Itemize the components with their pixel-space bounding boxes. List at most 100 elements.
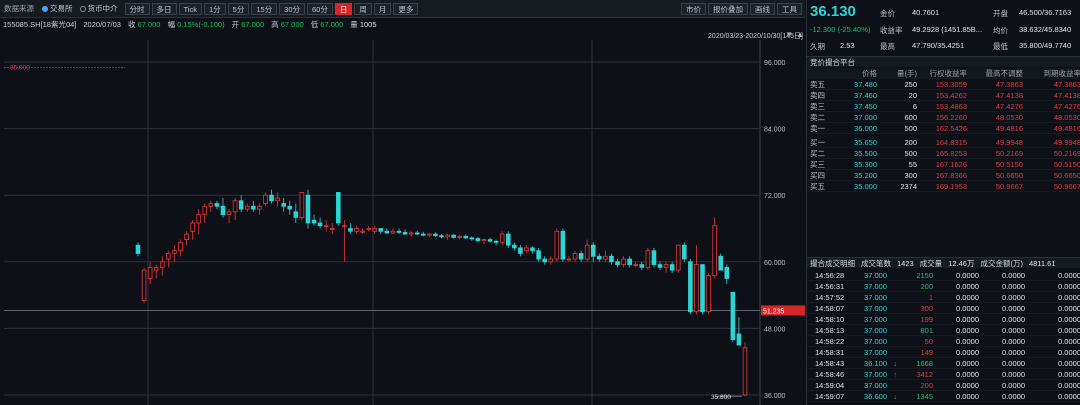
candle-body xyxy=(360,230,365,233)
candle-body xyxy=(305,194,311,224)
orderbook-cell: 50.6650 xyxy=(995,171,1023,180)
orderbook-cell: 37.480 xyxy=(854,80,877,89)
orderbook-row[interactable]: 买五 35.000 2374 169.1953 50.9667 50.9667 xyxy=(807,181,1080,192)
candle-body xyxy=(281,203,286,207)
period-tab[interactable]: 5分 xyxy=(227,2,250,15)
period-tab[interactable]: 更多 xyxy=(393,2,419,15)
trade-row[interactable]: 14:57:52 37.000 1 0.0000 0.0000 0.0000 xyxy=(807,292,1080,303)
trade-cell: 200 xyxy=(920,282,933,291)
y-tick-label: 48.000 xyxy=(764,326,786,333)
candle-body xyxy=(536,250,541,260)
orderbook-row[interactable]: 卖一 36.000 500 162.5426 49.4816 49.4816 xyxy=(807,123,1080,134)
trade-row[interactable]: 14:58:22 37.000 50 0.0000 0.0000 0.0000 xyxy=(807,336,1080,347)
orderbook-cell: 500 xyxy=(904,149,917,158)
orderbook-row[interactable]: 卖二 37.000 600 156.2260 48.0530 48.0530 xyxy=(807,112,1080,123)
trade-row[interactable]: 14:58:31 37.000 149 0.0000 0.0000 0.0000 xyxy=(807,347,1080,358)
candle-body xyxy=(736,333,742,346)
duration-label: 久期 xyxy=(810,42,825,51)
orderbook-row[interactable]: 买二 35.500 500 165.8253 50.2169 50.2169 xyxy=(807,148,1080,159)
candle-body xyxy=(669,264,675,271)
trade-cell: ↑ xyxy=(893,370,897,379)
candle-body xyxy=(742,347,748,396)
trade-row[interactable]: 14:59:04 37.000 200 0.0000 0.0000 0.0000 xyxy=(807,380,1080,391)
orderbook-cell: 169.1953 xyxy=(935,182,967,191)
orderbook-row[interactable]: 卖四 37.460 20 153.4262 47.4138 47.4138 xyxy=(807,90,1080,101)
chart-tool-button[interactable]: 报价叠加 xyxy=(708,2,748,15)
period-tab[interactable]: 30分 xyxy=(279,2,306,15)
change-value: 0.15%(-0.100) xyxy=(177,19,225,29)
column-header: 行权收益率 xyxy=(929,69,968,78)
trade-row[interactable]: 14:58:07 37.000 300 0.0000 0.0000 0.0000 xyxy=(807,303,1080,314)
max-marker-label: 35.000 xyxy=(10,65,30,72)
trade-row[interactable]: 14:58:46 37.000 ↑ 3412 0.0000 0.0000 0.0000 xyxy=(807,369,1080,380)
trade-row[interactable]: 14:59:07 36.600 ↓ 1345 0.0000 0.0000 0.0000 xyxy=(807,391,1080,402)
chart-tool-button[interactable]: 画线 xyxy=(750,2,775,15)
candle-body xyxy=(572,253,578,260)
trade-cell: 0.0000 xyxy=(956,370,979,379)
clean-price-label: 金价 xyxy=(880,9,895,18)
candle-body xyxy=(251,205,256,210)
open-label: 开盘 xyxy=(993,9,1008,18)
trade-row[interactable]: 14:56:31 37.000 200 0.0000 0.0000 0.0000 xyxy=(807,281,1080,292)
period-tab[interactable]: 60分 xyxy=(307,2,333,15)
candle-body xyxy=(378,228,384,232)
period-tab[interactable]: 分时 xyxy=(124,2,150,15)
trade-row[interactable]: 14:58:13 37.000 801 0.0000 0.0000 0.0000 xyxy=(807,325,1080,336)
candle-body xyxy=(317,222,323,227)
period-tab[interactable]: 日 xyxy=(334,2,353,15)
trade-cell: 14:58:07 xyxy=(815,304,845,313)
trade-cell: 0.0000 xyxy=(1002,293,1025,302)
chart-tool-button[interactable]: 工具 xyxy=(777,2,802,15)
period-tab[interactable]: 月 xyxy=(373,2,392,15)
triangle-down-icon[interactable]: ▼ xyxy=(785,30,793,39)
period-tab[interactable]: 1分 xyxy=(203,2,226,15)
orderbook-row[interactable]: 买三 35.300 55 167.1626 50.5150 50.5150 xyxy=(807,159,1080,170)
price-change: -12.300 (-25.40%) xyxy=(810,25,871,34)
triangle-up-icon[interactable]: ▲ xyxy=(796,30,804,39)
trade-cell: 37.000 xyxy=(864,293,887,302)
source-exchange-radio[interactable]: 交易所 xyxy=(42,3,73,14)
radio-checked-icon xyxy=(42,5,48,12)
yield-label: 收益率 xyxy=(880,26,903,35)
orderbook-row[interactable]: 买一 35.650 200 164.8315 49.9948 49.9948 xyxy=(807,137,1080,148)
trade-row[interactable]: 14:58:10 37.000 199 0.0000 0.0000 0.0000 xyxy=(807,314,1080,325)
trades-table[interactable]: 14:56:28 37.000 2150 0.0000 0.0000 0.0000 14:5… xyxy=(807,270,1080,405)
candle-body xyxy=(372,228,378,232)
candle-body xyxy=(226,211,232,216)
trade-cell: 200 xyxy=(920,381,933,390)
source-label: 数据来源 xyxy=(4,4,34,13)
orderbook-cell: 买四 xyxy=(810,171,825,180)
candle-body xyxy=(675,244,681,271)
orderbook-cell: 35.650 xyxy=(854,138,877,147)
trade-cell: 0.0000 xyxy=(956,271,979,280)
chart-tool-button[interactable]: 市价 xyxy=(681,2,706,15)
candle-body xyxy=(336,192,341,224)
trade-cell: 0.0000 xyxy=(956,381,979,390)
period-tab[interactable]: Tick xyxy=(178,2,202,15)
orderbook-cell: 156.2260 xyxy=(935,113,967,122)
trade-row[interactable]: 14:58:43 36.100 ↓ 1668 0.0000 0.0000 0.0000 xyxy=(807,358,1080,369)
orderbook-cell: 49.9948 xyxy=(995,138,1023,147)
orderbook-cell: 卖三 xyxy=(810,102,825,111)
orderbook-row[interactable]: 卖五 37.480 250 153.3059 47.3863 47.3863 xyxy=(807,79,1080,90)
period-tab[interactable]: 周 xyxy=(354,2,372,15)
orderbook-cell: 47.4138 xyxy=(995,91,1023,100)
source-broker-radio[interactable]: 货币中介 xyxy=(79,3,118,14)
orderbook-cell: 35.500 xyxy=(854,149,877,158)
candle-body xyxy=(311,219,317,224)
period-tab[interactable]: 15分 xyxy=(251,2,278,15)
candle-body xyxy=(263,194,268,204)
period-tab[interactable]: 多日 xyxy=(151,2,177,15)
candle-body xyxy=(390,230,396,234)
candle-body xyxy=(493,240,499,243)
trade-row[interactable]: 14:56:28 37.000 2150 0.0000 0.0000 0.0000 xyxy=(807,270,1080,281)
candle-body xyxy=(566,258,572,261)
orderbook-cell: 35.300 xyxy=(854,160,877,169)
candlestick-chart[interactable]: 96.000 84.000 72.000 60.000 48.000 36.000 51.2… xyxy=(0,40,805,405)
orderbook-cell: 165.8253 xyxy=(935,149,967,158)
trade-cell xyxy=(887,292,897,302)
orderbook-row[interactable]: 买四 35.200 300 167.8366 50.6650 50.6650 xyxy=(807,170,1080,181)
orderbook-cell: 47.4138 xyxy=(1053,91,1080,100)
orderbook-row[interactable]: 卖三 37.450 6 153.4863 47.4276 47.4276 xyxy=(807,101,1080,112)
trade-cell: 0.0000 xyxy=(956,315,979,324)
